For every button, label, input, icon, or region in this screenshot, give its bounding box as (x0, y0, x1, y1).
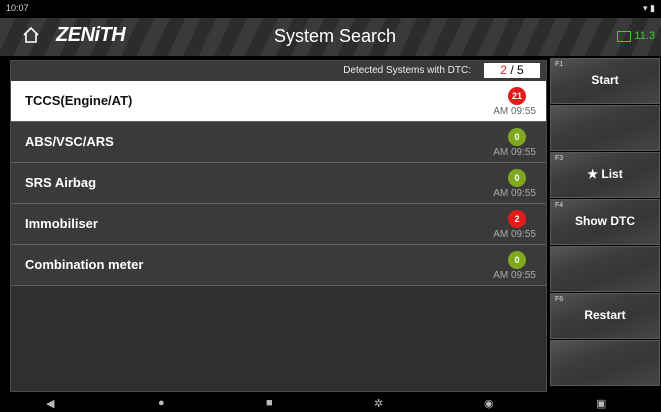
function-key-panel: F1 Start F3 ★ List F4 Show DTC F6 Restart (548, 58, 661, 392)
dtc-system-count: 2 (500, 63, 507, 77)
function-key-empty[interactable] (550, 105, 660, 151)
function-key-empty[interactable] (550, 340, 660, 386)
system-row[interactable]: Immobiliser 2 AM 09:55 (11, 204, 546, 245)
function-key-number: F1 (555, 61, 564, 68)
detected-systems-label: Detected Systems with DTC: (343, 65, 471, 76)
screenshot-icon[interactable]: ▣ (596, 397, 606, 410)
function-key-label: ★ List (587, 167, 623, 181)
detected-systems-bar: Detected Systems with DTC: 2 / 5 (11, 61, 546, 81)
function-key-list[interactable]: F3 ★ List (550, 152, 660, 198)
vehicle-battery-voltage: 11.3 (617, 30, 655, 42)
settings-gear-icon[interactable]: ✲ (374, 397, 383, 410)
system-name: Combination meter (25, 257, 144, 272)
status-bar: 10:07 ▾ ▮ (0, 0, 661, 18)
app-header: ZENiTH System Search 11.3 (0, 18, 661, 56)
scan-time: AM 09:55 (493, 106, 536, 117)
dtc-count-badge: 2 (508, 210, 526, 228)
function-key-empty[interactable] (550, 246, 660, 292)
wifi-battery-icon: ▾ ▮ (643, 3, 655, 13)
function-key-start[interactable]: F1 Start (550, 58, 660, 104)
clock: 10:07 (6, 3, 29, 13)
system-row[interactable]: SRS Airbag 0 AM 09:55 (11, 163, 546, 204)
function-key-restart[interactable]: F6 Restart (550, 293, 660, 339)
function-key-number: F4 (555, 202, 564, 209)
function-key-label: Show DTC (575, 214, 635, 228)
zenith-logo: ZENiTH (56, 24, 126, 46)
scan-time: AM 09:55 (493, 270, 536, 281)
browser-icon[interactable]: ◉ (484, 397, 494, 410)
function-key-label: Start (591, 73, 619, 87)
scan-time: AM 09:55 (493, 229, 536, 240)
system-row[interactable]: ABS/VSC/ARS 0 AM 09:55 (11, 122, 546, 163)
system-row[interactable]: TCCS(Engine/AT) 21 AM 09:55 (11, 81, 546, 122)
function-key-show-dtc[interactable]: F4 Show DTC (550, 199, 660, 245)
dtc-count-badge: 0 (508, 251, 526, 269)
system-row[interactable]: Combination meter 0 AM 09:55 (11, 245, 546, 286)
battery-voltage-value: 11.3 (634, 30, 655, 42)
system-name: TCCS(Engine/AT) (25, 93, 133, 108)
scan-time: AM 09:55 (493, 188, 536, 199)
home-dot-icon[interactable]: ● (158, 397, 165, 409)
function-key-label: Restart (584, 308, 626, 322)
scan-time: AM 09:55 (493, 147, 536, 158)
dtc-count-badge: 0 (508, 128, 526, 146)
android-nav-bar: ◀ ● ■ ✲ ◉ ▣ (0, 392, 661, 412)
battery-icon (617, 30, 632, 42)
system-list-panel: Detected Systems with DTC: 2 / 5 TCCS(En… (10, 60, 547, 392)
detected-systems-count: 2 / 5 (484, 63, 540, 78)
system-name: SRS Airbag (25, 175, 97, 190)
dtc-count-badge: 0 (508, 169, 526, 187)
system-name: Immobiliser (25, 216, 98, 231)
system-name: ABS/VSC/ARS (25, 134, 114, 149)
function-key-number: F3 (555, 155, 564, 162)
back-icon[interactable]: ◀ (46, 397, 54, 410)
home-icon[interactable] (22, 26, 40, 44)
page-title: System Search (273, 26, 397, 46)
total-system-count: 5 (517, 63, 524, 77)
function-key-number: F6 (555, 296, 564, 303)
dtc-count-badge: 21 (508, 87, 526, 105)
recents-icon[interactable]: ■ (266, 397, 273, 409)
count-separator: / (510, 63, 514, 77)
